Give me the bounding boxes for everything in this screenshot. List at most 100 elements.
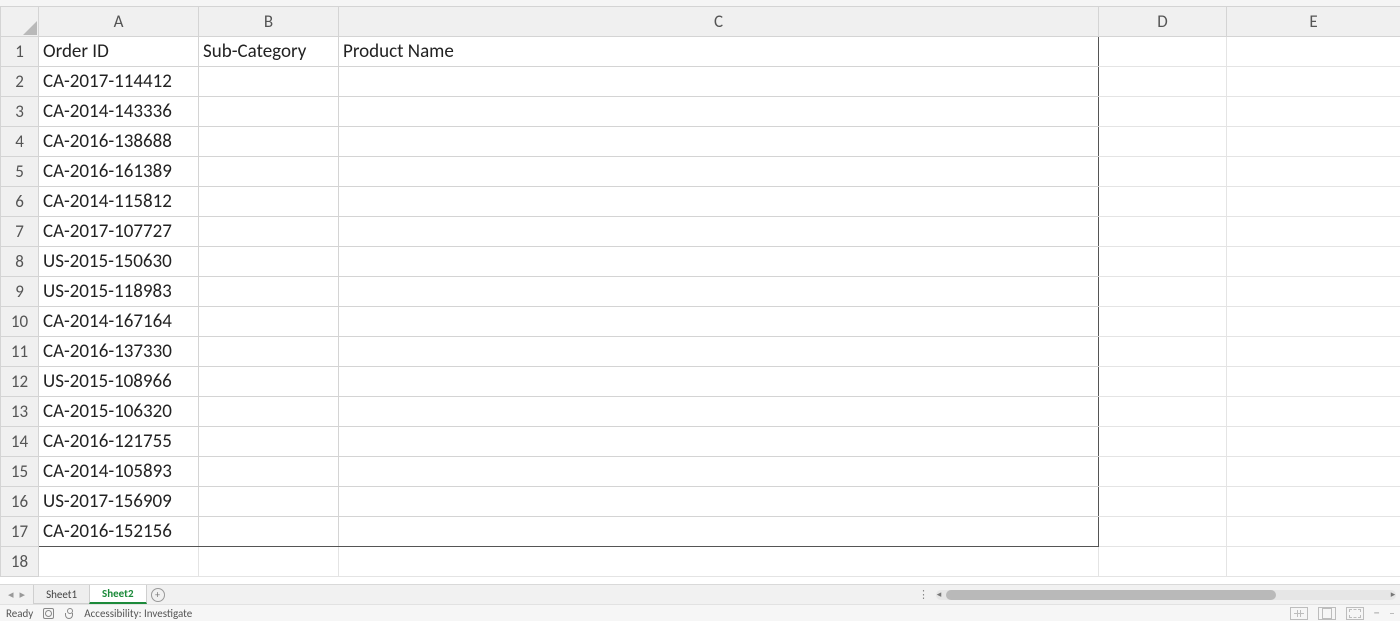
cell-D4[interactable] bbox=[1099, 127, 1227, 157]
cell-A18[interactable] bbox=[39, 547, 199, 577]
cell-B3[interactable] bbox=[199, 97, 339, 127]
cell-E4[interactable] bbox=[1227, 127, 1400, 157]
cell-D12[interactable] bbox=[1099, 367, 1227, 397]
cell-A9[interactable]: US-2015-118983 bbox=[39, 277, 199, 307]
cell-C14[interactable] bbox=[339, 427, 1099, 457]
cell-E17[interactable] bbox=[1227, 517, 1400, 547]
cell-D14[interactable] bbox=[1099, 427, 1227, 457]
cell-B18[interactable] bbox=[199, 547, 339, 577]
cell-D15[interactable] bbox=[1099, 457, 1227, 487]
col-header-D[interactable]: D bbox=[1099, 7, 1227, 37]
zoom-out-button[interactable]: − bbox=[1374, 607, 1380, 620]
tab-next-icon[interactable]: ▸ bbox=[20, 588, 26, 601]
sheet-tab-sheet1[interactable]: Sheet1 bbox=[33, 585, 90, 604]
cell-B5[interactable] bbox=[199, 157, 339, 187]
row-header[interactable]: 18 bbox=[1, 547, 39, 577]
cell-B1[interactable]: Sub-Category bbox=[199, 37, 339, 67]
status-accessibility[interactable]: Accessibility: Investigate bbox=[84, 607, 192, 620]
cell-A10[interactable]: CA-2014-167164 bbox=[39, 307, 199, 337]
cell-B2[interactable] bbox=[199, 67, 339, 97]
cell-C8[interactable] bbox=[339, 247, 1099, 277]
cell-A15[interactable]: CA-2014-105893 bbox=[39, 457, 199, 487]
cell-C5[interactable] bbox=[339, 157, 1099, 187]
row-header[interactable]: 12 bbox=[1, 367, 39, 397]
cell-D8[interactable] bbox=[1099, 247, 1227, 277]
cell-E5[interactable] bbox=[1227, 157, 1400, 187]
accessibility-icon[interactable] bbox=[64, 608, 74, 619]
row-header[interactable]: 6 bbox=[1, 187, 39, 217]
cell-C6[interactable] bbox=[339, 187, 1099, 217]
cell-E10[interactable] bbox=[1227, 307, 1400, 337]
cell-A17[interactable]: CA-2016-152156 bbox=[39, 517, 199, 547]
macro-record-icon[interactable] bbox=[43, 608, 54, 619]
cell-E1[interactable] bbox=[1227, 37, 1400, 67]
cell-C15[interactable] bbox=[339, 457, 1099, 487]
cell-C2[interactable] bbox=[339, 67, 1099, 97]
spreadsheet-grid[interactable]: A B C D E 1Order IDSub-CategoryProduct N… bbox=[0, 6, 1400, 584]
cell-E18[interactable] bbox=[1227, 547, 1400, 577]
select-all-corner[interactable] bbox=[1, 7, 39, 37]
row-header[interactable]: 5 bbox=[1, 157, 39, 187]
cell-E12[interactable] bbox=[1227, 367, 1400, 397]
row-header[interactable]: 7 bbox=[1, 217, 39, 247]
row-header[interactable]: 15 bbox=[1, 457, 39, 487]
cell-B16[interactable] bbox=[199, 487, 339, 517]
cell-A2[interactable]: CA-2017-114412 bbox=[39, 67, 199, 97]
view-normal-button[interactable] bbox=[1290, 607, 1308, 620]
cell-E6[interactable] bbox=[1227, 187, 1400, 217]
cell-D11[interactable] bbox=[1099, 337, 1227, 367]
cell-C9[interactable] bbox=[339, 277, 1099, 307]
row-header[interactable]: 16 bbox=[1, 487, 39, 517]
cell-E14[interactable] bbox=[1227, 427, 1400, 457]
cell-D17[interactable] bbox=[1099, 517, 1227, 547]
sheet-tab-sheet2[interactable]: Sheet2 bbox=[89, 585, 147, 604]
cell-A13[interactable]: CA-2015-106320 bbox=[39, 397, 199, 427]
cell-C11[interactable] bbox=[339, 337, 1099, 367]
cell-E8[interactable] bbox=[1227, 247, 1400, 277]
cell-A5[interactable]: CA-2016-161389 bbox=[39, 157, 199, 187]
row-header[interactable]: 13 bbox=[1, 397, 39, 427]
cell-C3[interactable] bbox=[339, 97, 1099, 127]
row-header[interactable]: 17 bbox=[1, 517, 39, 547]
cell-B7[interactable] bbox=[199, 217, 339, 247]
cell-D16[interactable] bbox=[1099, 487, 1227, 517]
row-header[interactable]: 10 bbox=[1, 307, 39, 337]
cell-B6[interactable] bbox=[199, 187, 339, 217]
cell-E13[interactable] bbox=[1227, 397, 1400, 427]
scroll-split-handle[interactable]: ⋮ bbox=[918, 588, 932, 601]
row-header[interactable]: 11 bbox=[1, 337, 39, 367]
cell-E11[interactable] bbox=[1227, 337, 1400, 367]
row-header[interactable]: 2 bbox=[1, 67, 39, 97]
cell-C17[interactable] bbox=[339, 517, 1099, 547]
cell-B14[interactable] bbox=[199, 427, 339, 457]
cell-D3[interactable] bbox=[1099, 97, 1227, 127]
cell-E7[interactable] bbox=[1227, 217, 1400, 247]
cell-B13[interactable] bbox=[199, 397, 339, 427]
cell-A3[interactable]: CA-2014-143336 bbox=[39, 97, 199, 127]
cell-D5[interactable] bbox=[1099, 157, 1227, 187]
cell-E16[interactable] bbox=[1227, 487, 1400, 517]
row-header[interactable]: 1 bbox=[1, 37, 39, 67]
zoom-slider[interactable] bbox=[1390, 613, 1394, 614]
row-header[interactable]: 4 bbox=[1, 127, 39, 157]
cell-B10[interactable] bbox=[199, 307, 339, 337]
add-sheet-button[interactable]: + bbox=[146, 585, 170, 604]
cell-B8[interactable] bbox=[199, 247, 339, 277]
row-header[interactable]: 14 bbox=[1, 427, 39, 457]
view-page-break-button[interactable] bbox=[1346, 607, 1364, 620]
scroll-right-icon[interactable]: ▸ bbox=[1388, 590, 1398, 600]
col-header-B[interactable]: B bbox=[199, 7, 339, 37]
cell-B12[interactable] bbox=[199, 367, 339, 397]
scroll-left-icon[interactable]: ◂ bbox=[934, 590, 944, 600]
cell-A4[interactable]: CA-2016-138688 bbox=[39, 127, 199, 157]
cell-E2[interactable] bbox=[1227, 67, 1400, 97]
cell-D9[interactable] bbox=[1099, 277, 1227, 307]
cell-E3[interactable] bbox=[1227, 97, 1400, 127]
cell-A12[interactable]: US-2015-108966 bbox=[39, 367, 199, 397]
view-page-layout-button[interactable] bbox=[1318, 607, 1336, 620]
cell-E9[interactable] bbox=[1227, 277, 1400, 307]
cell-C4[interactable] bbox=[339, 127, 1099, 157]
cell-B17[interactable] bbox=[199, 517, 339, 547]
row-header[interactable]: 8 bbox=[1, 247, 39, 277]
horizontal-scrollbar[interactable]: ◂ ▸ bbox=[936, 590, 1396, 600]
